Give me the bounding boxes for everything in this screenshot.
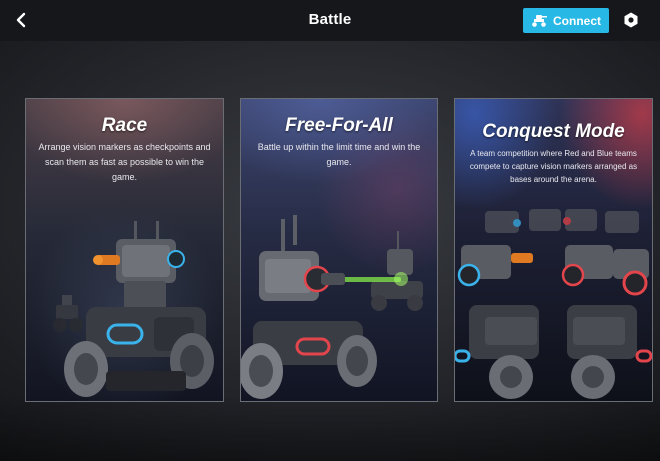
card-title: Free-For-All: [285, 115, 393, 136]
mode-card-race[interactable]: Race Arrange vision markers as checkpoin…: [25, 98, 224, 402]
card-description: Battle up within the limit time and win …: [257, 142, 421, 167]
robot-illustration: [53, 221, 214, 397]
card-title: Conquest Mode: [482, 121, 625, 142]
card-title: Race: [101, 115, 148, 136]
connect-label: Connect: [553, 13, 601, 28]
robot-icon: [532, 14, 547, 27]
mode-card-free-for-all[interactable]: Free-For-All Battle up within the limit …: [240, 98, 438, 402]
floor-shadow: [0, 395, 660, 461]
robot-team-illustration: [455, 209, 652, 399]
hexagon-settings-icon: [624, 12, 638, 28]
top-bar: Battle Connect: [0, 0, 660, 41]
robot-illustration: [241, 215, 423, 399]
card-description: A team competition where Red and Blue te…: [469, 149, 638, 184]
connect-button[interactable]: Connect: [523, 8, 609, 33]
card-description: Arrange vision markers as checkpoints an…: [38, 142, 211, 182]
mode-card-conquest[interactable]: Conquest Mode A team competition where R…: [454, 98, 653, 402]
settings-button[interactable]: [622, 11, 640, 29]
